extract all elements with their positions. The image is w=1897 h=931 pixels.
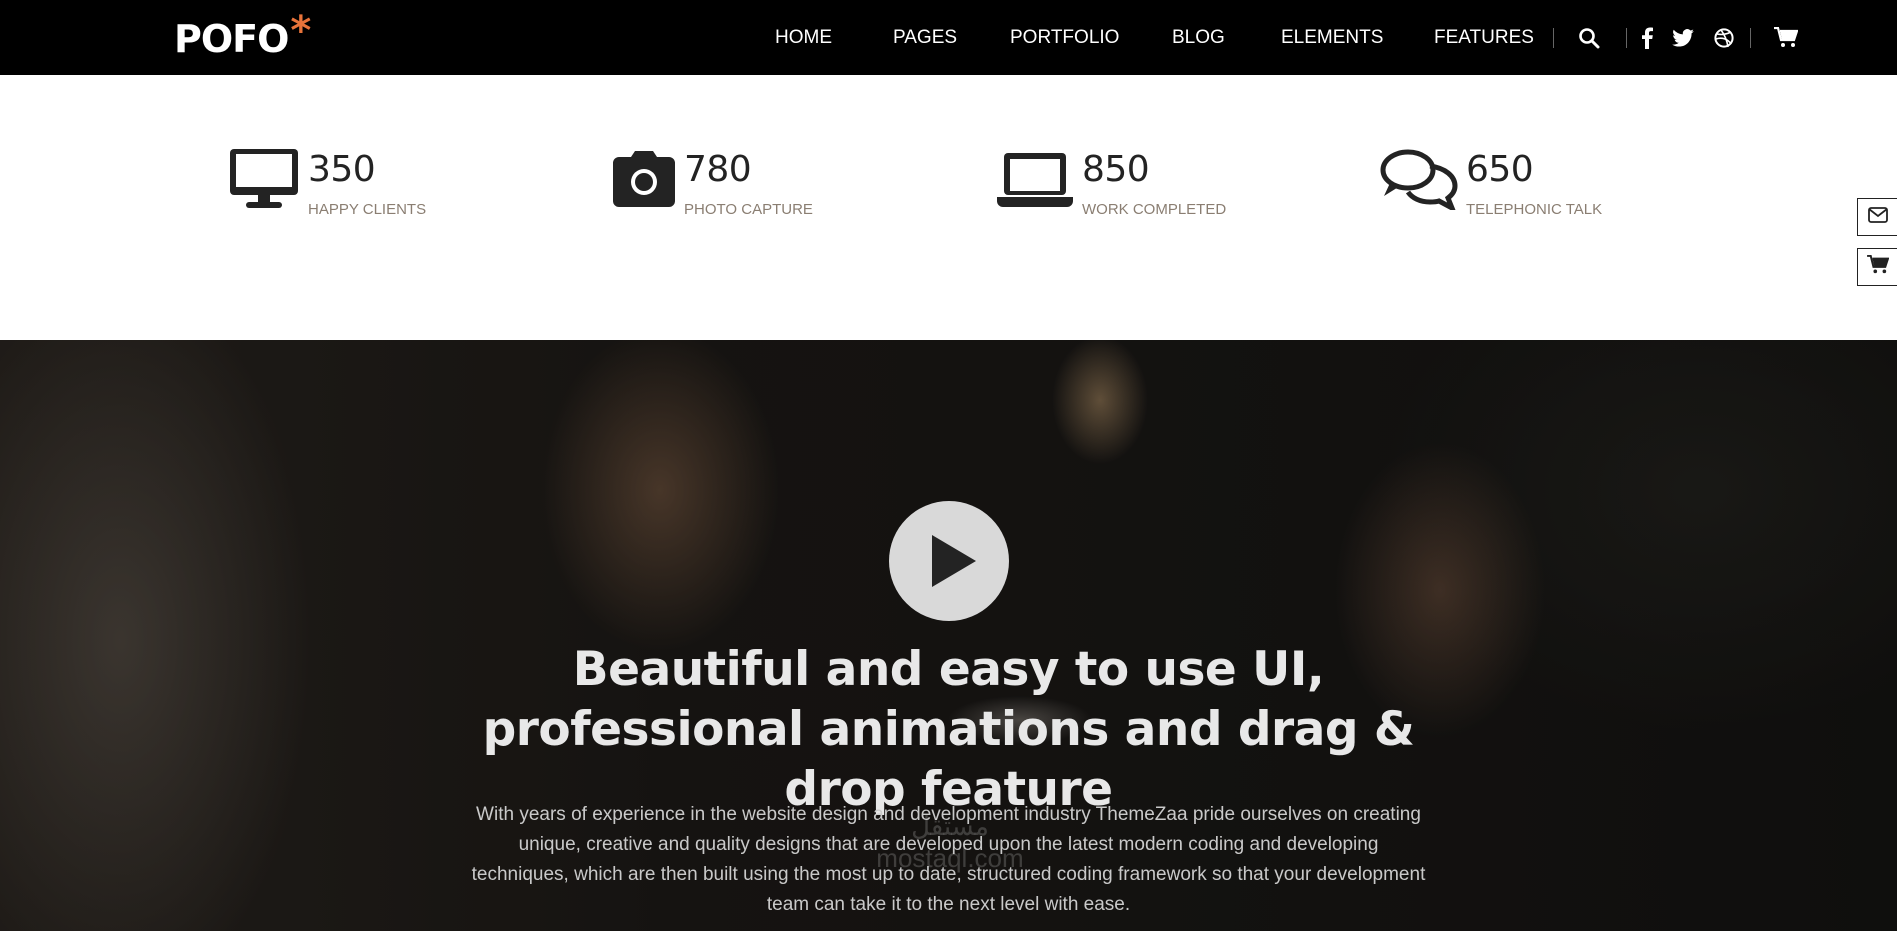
watermark-arabic: مستقل [911, 811, 989, 841]
nav-divider [1750, 28, 1751, 48]
stat-value: 650 [1466, 149, 1534, 190]
desktop-icon [230, 149, 298, 214]
dribbble-icon[interactable] [1711, 25, 1737, 51]
stat-label: HAPPY CLIENTS [308, 201, 427, 218]
video-hero-section: Beautiful and easy to use UI, profession… [0, 340, 1897, 931]
play-icon [932, 535, 976, 587]
watermark-domain: mostaql.com [876, 843, 1024, 873]
cart-icon[interactable] [1773, 25, 1799, 51]
stat-value: 350 [308, 149, 376, 190]
cart-icon [1866, 254, 1889, 280]
logo-text: POFO [174, 17, 289, 61]
laptop-icon [997, 153, 1073, 212]
stat-label: WORK COMPLETED [1082, 201, 1227, 218]
watermark: مستقل mostaql.com [820, 810, 1080, 874]
hero-title: Beautiful and easy to use UI, profession… [482, 642, 1415, 817]
logo[interactable]: POFO * [174, 8, 312, 62]
cart-side-button[interactable] [1857, 248, 1897, 286]
nav-divider [1626, 28, 1627, 48]
stat-value: 780 [684, 149, 752, 190]
nav-pages[interactable]: PAGES [893, 27, 957, 49]
nav-home[interactable]: HOME [775, 27, 832, 49]
camera-icon [613, 151, 675, 212]
chat-bubbles-icon [1380, 148, 1458, 215]
logo-asterisk: * [290, 8, 312, 54]
nav-elements[interactable]: ELEMENTS [1281, 27, 1383, 49]
facebook-icon[interactable] [1634, 25, 1660, 51]
play-video-button[interactable] [889, 501, 1009, 621]
nav-blog[interactable]: BLOG [1172, 27, 1225, 49]
stat-value: 850 [1082, 149, 1150, 190]
nav-portfolio[interactable]: PORTFOLIO [1010, 27, 1119, 49]
stat-label: TELEPHONIC TALK [1466, 201, 1603, 218]
nav-features[interactable]: FEATURES [1434, 27, 1534, 49]
stat-label: PHOTO CAPTURE [684, 201, 813, 218]
site-header: POFO * HOME PAGES PORTFOLIO BLOG ELEMENT… [0, 0, 1897, 75]
search-icon[interactable] [1576, 25, 1602, 51]
twitter-icon[interactable] [1670, 25, 1696, 51]
stats-section: 350 HAPPY CLIENTS 780 PHOTO CAPTURE 850 … [0, 75, 1897, 340]
envelope-icon [1867, 206, 1888, 228]
contact-side-button[interactable] [1857, 198, 1897, 236]
nav-divider [1553, 28, 1554, 48]
